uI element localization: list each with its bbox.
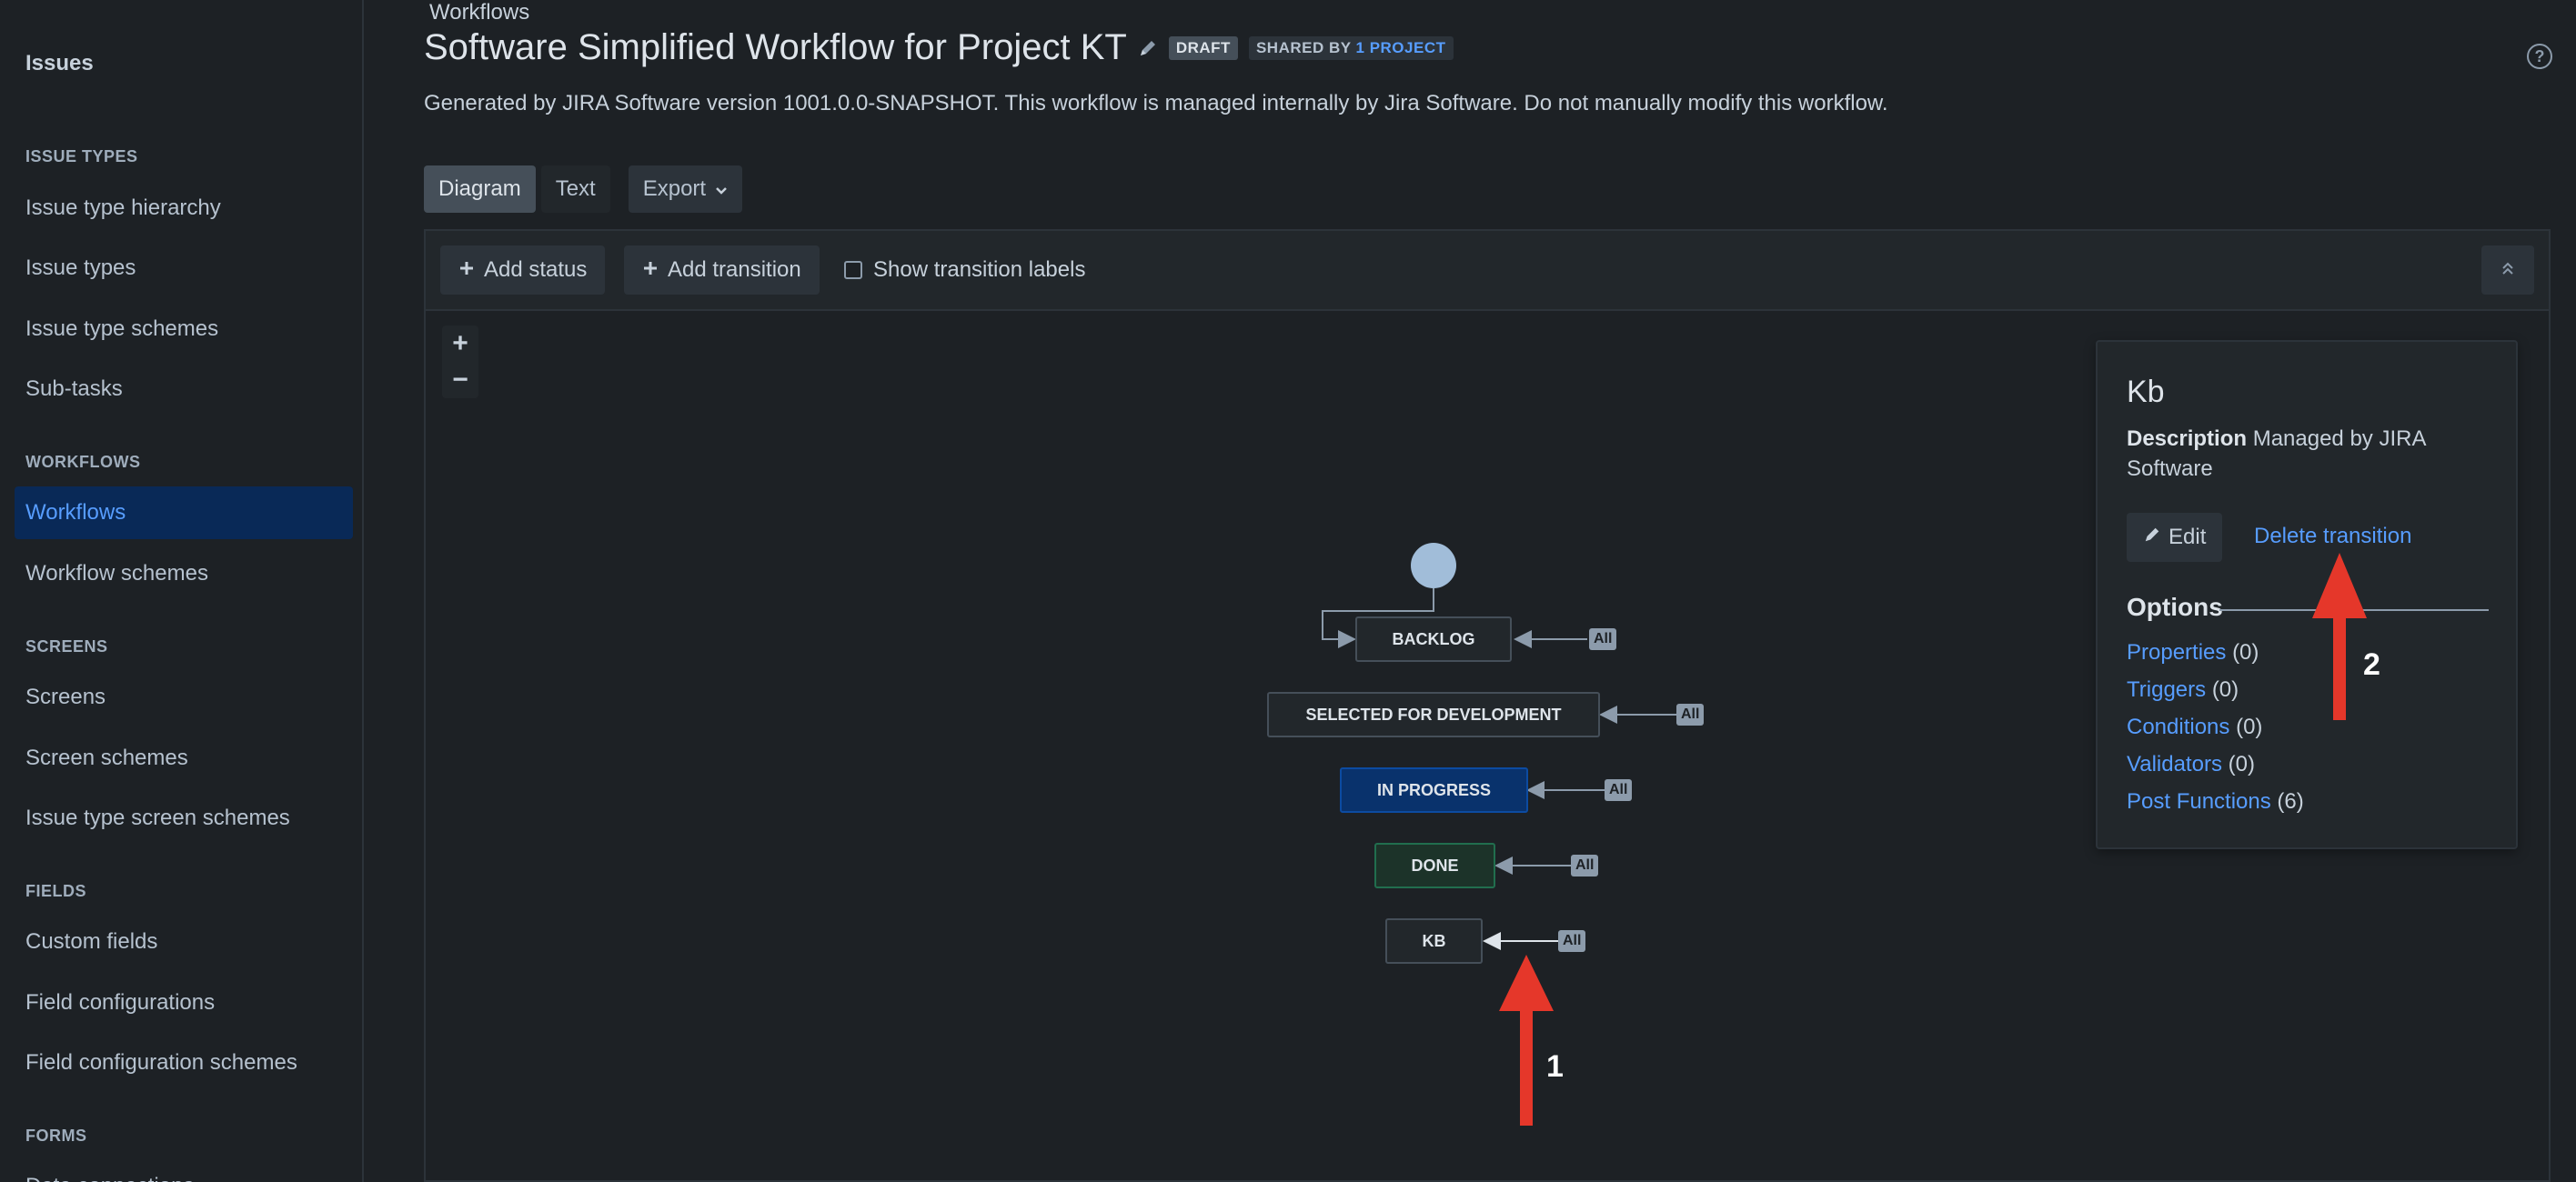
transition-inspector: Kb Description Managed by JIRA Software … (2096, 340, 2518, 849)
help-icon[interactable]: ? (2527, 44, 2552, 69)
add-status-label: Add status (484, 257, 588, 282)
section-forms: FORMS (25, 1127, 87, 1145)
sidebar-item-workflows[interactable]: Workflows (15, 486, 353, 539)
description-label: Description (2127, 426, 2248, 451)
shared-label: SHARED BY (1255, 38, 1352, 56)
triggers-link[interactable]: Triggers (2127, 677, 2206, 702)
sidebar-item-field-configurations[interactable]: Field configurations (15, 977, 353, 1029)
sidebar-item-custom-fields[interactable]: Custom fields (15, 916, 353, 968)
inspector-description: Description Managed by JIRA Software (2127, 424, 2490, 484)
breadcrumb[interactable]: Workflows (429, 0, 529, 25)
edit-button[interactable]: Edit (2127, 513, 2223, 562)
options-heading: Options (2127, 593, 2223, 621)
section-workflows: WORKFLOWS (25, 453, 141, 471)
inspector-title: Kb (2127, 375, 2165, 409)
post-functions-count: (6) (2277, 789, 2304, 814)
tab-diagram[interactable]: Diagram (424, 165, 536, 213)
plus-icon (642, 257, 659, 283)
page-title: Software Simplified Workflow for Project… (424, 27, 1127, 67)
status-node-backlog[interactable]: BACKLOG (1355, 616, 1512, 662)
annotation-label-2: 2 (2363, 647, 2380, 682)
all-transition-tag[interactable]: All (1605, 779, 1633, 801)
collapse-button[interactable] (2481, 245, 2534, 295)
status-node-kb[interactable]: KB (1385, 918, 1483, 964)
sidebar-item-data-connections[interactable]: Data connections (15, 1160, 353, 1182)
sidebar-item-issue-type-schemes[interactable]: Issue type schemes (15, 303, 353, 356)
diagram-toolbar: Add status Add transition Show transitio… (426, 231, 2549, 311)
sidebar-item-screens[interactable]: Screens (15, 671, 353, 724)
section-fields: FIELDS (25, 882, 87, 900)
pencil-icon (2143, 525, 2161, 550)
delete-transition-link[interactable]: Delete transition (2254, 524, 2411, 549)
zoom-out-button[interactable]: − (452, 362, 468, 398)
post-functions-link[interactable]: Post Functions (2127, 789, 2271, 814)
show-transition-labels-toggle[interactable]: Show transition labels (844, 245, 1085, 295)
sidebar-item-issue-type-screen-schemes[interactable]: Issue type screen schemes (15, 792, 353, 845)
option-triggers: Triggers (0) (2127, 677, 2239, 703)
status-node-in-progress[interactable]: IN PROGRESS (1340, 767, 1528, 813)
add-status-button[interactable]: Add status (440, 245, 606, 295)
export-label: Export (642, 176, 707, 201)
show-labels-label: Show transition labels (873, 257, 1086, 282)
zoom-controls: + − (442, 326, 478, 398)
add-transition-button[interactable]: Add transition (624, 245, 820, 295)
conditions-count: (0) (2236, 715, 2263, 739)
tab-text[interactable]: Text (540, 165, 610, 213)
sidebar-item-issue-types[interactable]: Issue types (15, 242, 353, 295)
sidebar-item-screen-schemes[interactable]: Screen schemes (15, 732, 353, 785)
option-conditions: Conditions (0) (2127, 715, 2262, 740)
sidebar-item-sub-tasks[interactable]: Sub-tasks (15, 363, 353, 416)
option-validators: Validators (0) (2127, 752, 2255, 777)
conditions-link[interactable]: Conditions (2127, 715, 2229, 739)
export-button[interactable]: Export (628, 165, 743, 213)
annotation-label-1: 1 (1546, 1049, 1564, 1084)
shared-badge: SHARED BY 1 PROJECT (1248, 35, 1454, 60)
validators-link[interactable]: Validators (2127, 752, 2222, 776)
all-transition-tag-kb[interactable]: All (1558, 930, 1586, 952)
edit-label: Edit (2168, 525, 2207, 549)
show-labels-checkbox[interactable] (844, 261, 862, 279)
options-divider (2219, 609, 2489, 611)
shared-projects-link[interactable]: 1 PROJECT (1356, 39, 1446, 56)
sidebar: Issues ISSUE TYPES Issue type hierarchy … (0, 0, 364, 1182)
sidebar-brand[interactable]: Issues (25, 51, 94, 76)
draft-badge: DRAFT (1168, 35, 1238, 60)
add-transition-label: Add transition (668, 257, 801, 282)
all-transition-tag[interactable]: All (1589, 628, 1617, 650)
plus-icon (458, 257, 475, 283)
option-post-functions: Post Functions (6) (2127, 789, 2304, 815)
all-transition-tag[interactable]: All (1676, 704, 1705, 726)
section-issue-types: ISSUE TYPES (25, 147, 138, 165)
properties-count: (0) (2232, 640, 2259, 665)
chevron-down-icon (715, 176, 728, 202)
properties-link[interactable]: Properties (2127, 640, 2226, 665)
sidebar-item-issue-type-hierarchy[interactable]: Issue type hierarchy (15, 182, 353, 235)
all-transition-tag[interactable]: All (1571, 855, 1599, 876)
view-tabs: Diagram Text Export (424, 165, 743, 213)
double-chevron-up-icon (2501, 260, 2515, 281)
triggers-count: (0) (2211, 677, 2239, 702)
validators-count: (0) (2228, 752, 2255, 776)
title-row: Software Simplified Workflow for Project… (424, 27, 1454, 68)
pencil-icon[interactable] (1138, 38, 1158, 58)
status-node-selected-for-development[interactable]: SELECTED FOR DEVELOPMENT (1267, 692, 1600, 737)
zoom-in-button[interactable]: + (452, 326, 468, 362)
start-node-circle[interactable] (1411, 543, 1456, 588)
sidebar-item-field-configuration-schemes[interactable]: Field configuration schemes (15, 1037, 353, 1089)
sidebar-item-workflow-schemes[interactable]: Workflow schemes (15, 547, 353, 600)
option-properties: Properties (0) (2127, 640, 2259, 666)
workflow-description: Generated by JIRA Software version 1001.… (424, 91, 1888, 115)
section-screens: SCREENS (25, 637, 108, 656)
status-node-done[interactable]: DONE (1374, 843, 1495, 888)
